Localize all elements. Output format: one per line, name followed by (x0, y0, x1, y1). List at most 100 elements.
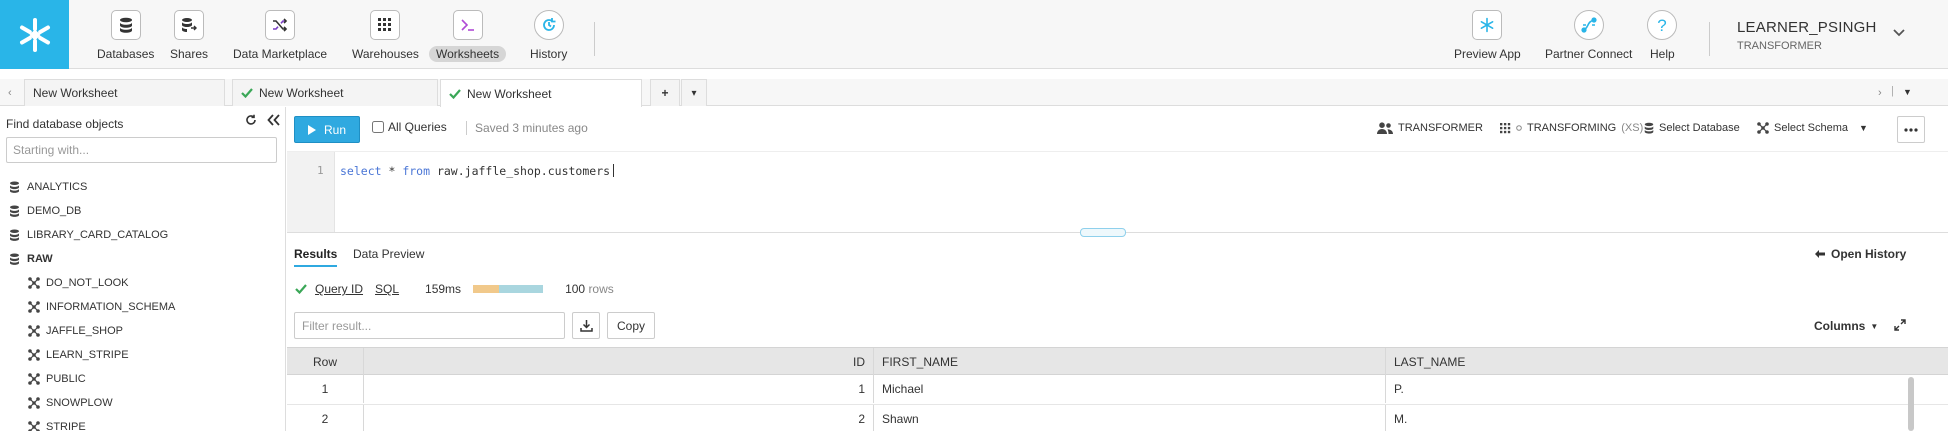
sql-code-line[interactable]: select * from raw.jaffle_shop.customers (340, 164, 615, 178)
tree-label: INFORMATION_SCHEMA (46, 301, 176, 313)
run-button[interactable]: Run (294, 116, 360, 143)
nav-history[interactable]: History (523, 10, 574, 64)
user-name[interactable]: LEARNER_PSINGH (1737, 19, 1877, 36)
header-first-name[interactable]: FIRST_NAME (874, 348, 1386, 376)
schema-icon (1757, 122, 1769, 134)
tree-schema-do-not-look[interactable]: DO_NOT_LOOK (28, 274, 129, 292)
tab-results[interactable]: Results (294, 247, 338, 267)
tree-database-raw[interactable]: RAW (9, 250, 53, 268)
columns-menu-button[interactable]: Columns ▼ (1814, 319, 1878, 333)
cell-row-number: 1 (287, 375, 364, 403)
query-id-link[interactable]: Query ID (315, 282, 363, 296)
cell-first-name: Michael (874, 375, 1386, 403)
nav-worksheets[interactable]: Worksheets (429, 10, 507, 64)
open-history-button[interactable]: Open History (1815, 247, 1906, 261)
filter-result-input[interactable] (294, 312, 565, 339)
role-selector[interactable]: TRANSFORMER (1377, 122, 1483, 134)
refresh-icon[interactable] (245, 114, 257, 129)
query-timing-bar (473, 285, 544, 293)
tab-data-preview[interactable]: Data Preview (353, 247, 424, 261)
users-icon (1377, 122, 1393, 134)
tree-database-demo-db[interactable]: DEMO_DB (9, 202, 81, 220)
all-queries-toggle[interactable]: All Queries (372, 120, 447, 134)
collapse-sidebar-icon[interactable] (267, 114, 281, 129)
tree-label: DO_NOT_LOOK (46, 277, 129, 289)
tree-schema-snowplow[interactable]: SNOWPLOW (28, 394, 113, 412)
nav-divider (594, 22, 595, 56)
database-selector[interactable]: Select Database (1644, 122, 1740, 134)
check-icon (241, 88, 253, 98)
partner-connect-icon (1573, 10, 1604, 40)
add-tab-button[interactable]: + (650, 79, 680, 106)
copy-button[interactable]: Copy (607, 312, 655, 339)
tree-schema-jaffle-shop[interactable]: JAFFLE_SHOP (28, 322, 123, 340)
tree-schema-learn-stripe[interactable]: LEARN_STRIPE (28, 346, 129, 364)
tab-worksheet-3[interactable]: New Worksheet (440, 79, 642, 107)
sql-text: * (381, 164, 403, 178)
tab-worksheet-2[interactable]: New Worksheet (232, 79, 438, 106)
tabs-scroll-right-icon[interactable]: › (1878, 87, 1882, 99)
warehouse-size: (XS) (1621, 122, 1644, 134)
schema-selector[interactable]: Select Schema ▼ (1757, 122, 1868, 134)
object-search-input[interactable] (6, 137, 277, 163)
nav-label-preview-app: Preview App (1454, 47, 1521, 61)
tree-schema-public[interactable]: PUBLIC (28, 370, 86, 388)
terminal-icon (452, 10, 483, 40)
tab-label: New Worksheet (33, 86, 118, 100)
tabs-overflow-menu-icon[interactable]: ▼ (1903, 87, 1912, 97)
nav-label-worksheets: Worksheets (429, 46, 507, 62)
results-tabs: Results Data Preview Open History (287, 240, 1948, 268)
tree-schema-stripe[interactable]: STRIPE (28, 418, 86, 431)
schema-icon (28, 325, 40, 337)
table-row[interactable]: 2 2 Shawn M. (287, 405, 1948, 431)
nav-preview-app[interactable]: Preview App (1447, 10, 1528, 64)
nav-label-data-marketplace: Data Marketplace (233, 47, 328, 61)
schema-icon (28, 421, 40, 431)
snowflake-logo[interactable] (0, 0, 69, 69)
tree-label: PUBLIC (46, 373, 86, 385)
table-row[interactable]: 1 1 Michael P. (287, 375, 1948, 405)
caret-down-icon: ▼ (1870, 321, 1879, 331)
nav-label-history: History (530, 47, 568, 61)
nav-data-marketplace[interactable]: Data Marketplace (226, 10, 334, 64)
results-scrollbar[interactable] (1908, 377, 1914, 431)
nav-label-partner-connect: Partner Connect (1545, 47, 1633, 61)
header-id[interactable]: ID (364, 348, 874, 376)
tabs-divider: | (1891, 85, 1894, 97)
resize-handle[interactable] (1080, 228, 1126, 237)
tabs-scroll-left-icon[interactable]: ‹ (8, 87, 12, 99)
tree-database-analytics[interactable]: ANALYTICS (9, 178, 87, 196)
editor-gutter (287, 152, 335, 232)
sql-editor[interactable]: 1 select * from raw.jaffle_shop.customer… (287, 151, 1948, 233)
expand-icon[interactable] (1894, 319, 1906, 334)
nav-warehouses[interactable]: Warehouses (345, 10, 426, 64)
tree-schema-information-schema[interactable]: INFORMATION_SCHEMA (28, 298, 175, 316)
tab-menu-button[interactable]: ▾ (681, 79, 707, 106)
header-row[interactable]: Row (287, 348, 364, 376)
download-button[interactable] (572, 312, 600, 339)
schema-label: Select Schema (1774, 122, 1848, 134)
header-last-name[interactable]: LAST_NAME (1386, 348, 1948, 376)
tab-worksheet-1[interactable]: New Worksheet (24, 79, 225, 106)
nav-partner-connect[interactable]: Partner Connect (1538, 10, 1639, 64)
row-count: 100 rows (565, 282, 614, 296)
all-queries-checkbox[interactable] (372, 121, 384, 133)
tree-database-library-card-catalog[interactable]: LIBRARY_CARD_CATALOG (9, 226, 168, 244)
nav-label-help: Help (1650, 47, 1675, 61)
sql-link[interactable]: SQL (375, 282, 399, 296)
chevron-down-icon[interactable] (1892, 27, 1906, 41)
nav-shares[interactable]: Shares (163, 10, 215, 64)
saved-status: Saved 3 minutes ago (466, 121, 588, 135)
cell-id: 2 (364, 405, 874, 431)
nav-databases[interactable]: Databases (90, 10, 161, 64)
more-options-button[interactable] (1897, 116, 1925, 143)
sql-keyword: select (340, 164, 382, 178)
nav-help[interactable]: ? Help (1643, 10, 1682, 64)
warehouse-selector[interactable]: TRANSFORMING (XS) (1500, 122, 1643, 134)
cell-id: 1 (364, 375, 874, 403)
help-icon: ? (1647, 10, 1678, 40)
cell-row-number: 2 (287, 405, 364, 431)
sql-text: raw.jaffle_shop.customers (430, 164, 611, 178)
user-divider (1709, 22, 1710, 56)
shares-icon (174, 10, 205, 40)
